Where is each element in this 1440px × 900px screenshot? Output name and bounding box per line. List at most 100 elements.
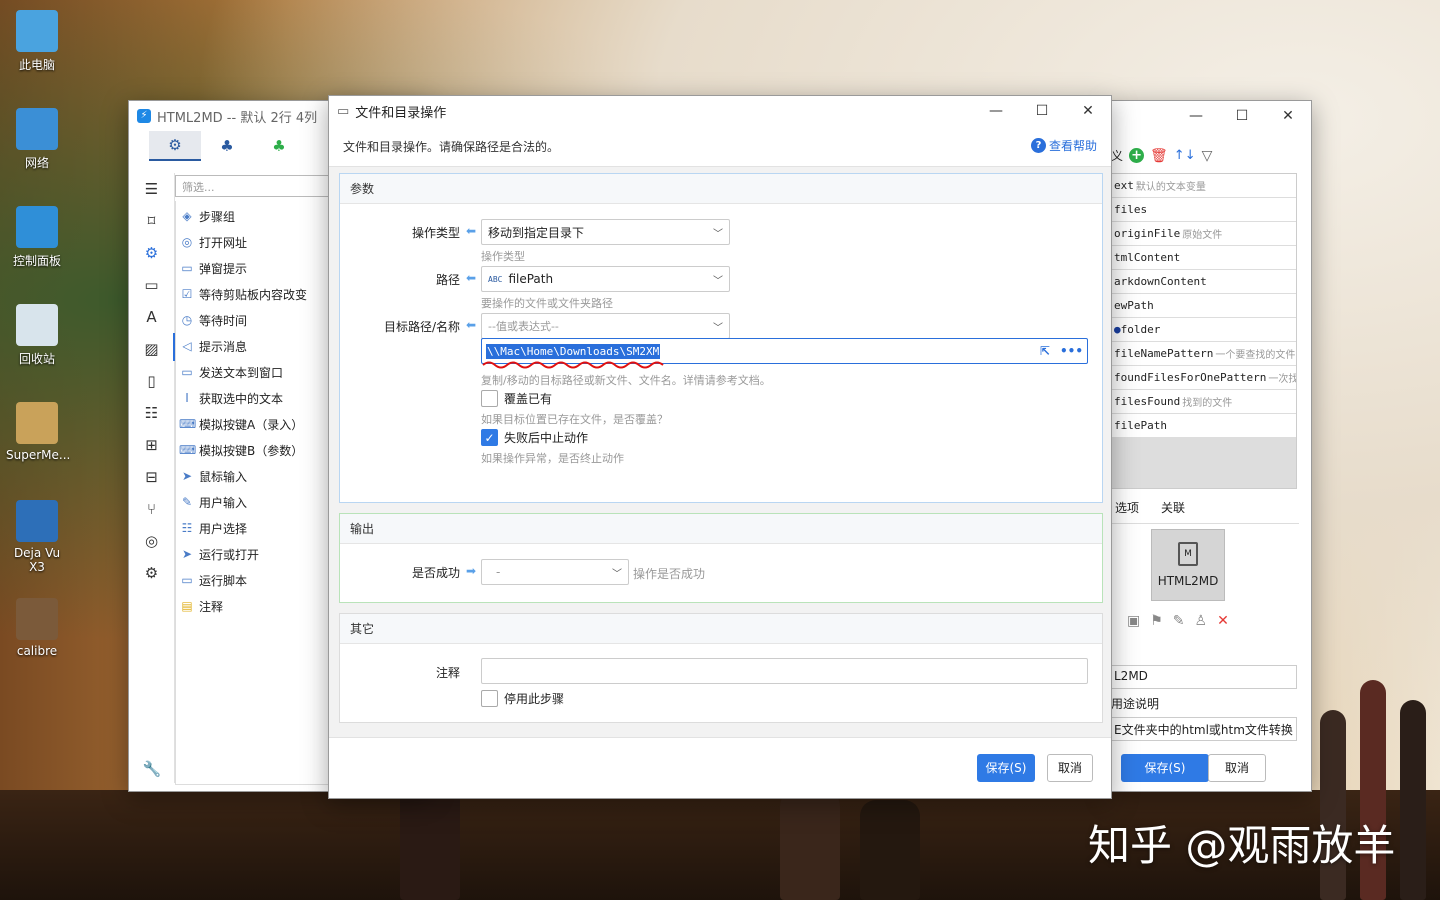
tab-relations[interactable]: 关联: [1161, 499, 1185, 516]
maximize-button[interactable]: ☐: [1219, 108, 1265, 124]
document-icon[interactable]: ☷: [129, 397, 174, 429]
tab-green-cubes-icon[interactable]: ♣: [253, 131, 305, 161]
bookmark-icon[interactable]: ⌑: [129, 205, 174, 237]
sort-icon[interactable]: ↑↓: [1174, 148, 1196, 163]
tab-gears-icon[interactable]: ⚙: [149, 131, 201, 161]
desktop-icon[interactable]: 此电脑: [6, 10, 68, 73]
remove-icon[interactable]: ✕: [1217, 613, 1229, 629]
variable-row[interactable]: ● folder: [1112, 318, 1296, 342]
wrench-icon[interactable]: 🔧: [129, 753, 175, 785]
step-item[interactable]: ◷ 等待时间: [179, 307, 307, 333]
more-icon[interactable]: •••: [1060, 344, 1083, 358]
step-item[interactable]: ➤ 运行或打开: [179, 541, 307, 567]
dialog-description: 文件和目录操作。请确保路径是合法的。: [343, 140, 560, 154]
step-item[interactable]: I 获取选中的文本: [179, 385, 307, 411]
step-label: 等待剪贴板内容改变: [199, 287, 308, 302]
clipboard-icon[interactable]: ▯: [129, 365, 174, 397]
windows-icon[interactable]: ⊞: [129, 429, 174, 461]
desktop-icon[interactable]: 网络: [6, 108, 68, 171]
abort-checkbox[interactable]: ✓ 失败后中止动作: [481, 429, 588, 446]
flag-icon[interactable]: ⚑: [1150, 613, 1163, 629]
filter-icon[interactable]: ▽: [1202, 148, 1213, 164]
window-icon[interactable]: ▭: [129, 269, 174, 301]
globe-icon[interactable]: ◎: [129, 525, 174, 557]
variable-row[interactable]: originFile 原始文件: [1112, 222, 1296, 246]
maximize-button[interactable]: ☐: [1019, 103, 1065, 119]
grid-icon[interactable]: ⊟: [129, 461, 174, 493]
checkbox-box: [481, 690, 498, 707]
variable-row[interactable]: ewPath: [1112, 294, 1296, 318]
menu-icon[interactable]: ☰: [129, 173, 174, 205]
step-item[interactable]: ▭ 发送文本到窗口: [179, 359, 307, 385]
op-type-select[interactable]: 移动到指定目录下 ﹀: [481, 219, 730, 245]
action-name-input[interactable]: L2MD: [1111, 665, 1297, 689]
filter-input[interactable]: 筛选...: [175, 175, 335, 197]
desktop-icon[interactable]: Deja Vu X3: [6, 500, 68, 574]
variable-row[interactable]: tmlContent: [1112, 246, 1296, 270]
step-item[interactable]: ◎ 打开网址: [179, 229, 307, 255]
main-window-title: HTML2MD -- 默认 2行 4列: [157, 110, 318, 126]
right-save-button[interactable]: 保存(S): [1121, 754, 1209, 782]
branch-icon[interactable]: ⑂: [129, 493, 174, 525]
file-dir-dialog: ▭ 文件和目录操作 — ☐ ✕ 文件和目录操作。请确保路径是合法的。 ? 查看帮…: [328, 95, 1112, 799]
network-icon: [16, 108, 58, 150]
step-item[interactable]: ➤ 鼠标输入: [179, 463, 307, 489]
desktop-icon[interactable]: calibre: [6, 598, 68, 658]
right-cancel-button[interactable]: 取消: [1208, 754, 1266, 782]
image-icon[interactable]: ▣: [1127, 613, 1140, 629]
action-thumbnail[interactable]: M HTML2MD: [1151, 529, 1225, 601]
variable-row[interactable]: ext 默认的文本变量: [1112, 174, 1296, 198]
advanced-settings-icon[interactable]: ⚙: [129, 557, 174, 589]
path-select[interactable]: ABC filePath ﹀: [481, 266, 730, 292]
variable-row[interactable]: files: [1112, 198, 1296, 222]
step-item[interactable]: ⌨ 模拟按键B（参数）: [179, 437, 307, 463]
variable-row[interactable]: arkdownContent: [1112, 270, 1296, 294]
success-select[interactable]: - ﹀: [481, 559, 629, 585]
expand-icon[interactable]: ⇱: [1040, 344, 1050, 358]
disable-step-checkbox[interactable]: 停用此步骤: [481, 690, 564, 707]
variable-row[interactable]: filePath: [1112, 414, 1296, 438]
step-label: 运行脚本: [199, 573, 248, 588]
desktop-icon[interactable]: 控制面板: [6, 206, 68, 269]
image-icon[interactable]: ▨: [129, 333, 174, 365]
step-item[interactable]: ▤ 注释: [179, 593, 307, 619]
overwrite-checkbox[interactable]: 覆盖已有: [481, 390, 552, 407]
font-icon[interactable]: A: [129, 301, 174, 333]
minimize-button[interactable]: —: [973, 103, 1019, 119]
step-item[interactable]: ⌨ 模拟按键A（录入）: [179, 411, 307, 437]
shirt-icon[interactable]: ♙: [1195, 613, 1208, 629]
markdown-file-icon: M: [1178, 542, 1198, 566]
note-input[interactable]: [481, 658, 1088, 684]
step-item[interactable]: ☑ 等待剪贴板内容改变: [179, 281, 307, 307]
minimize-button[interactable]: —: [1173, 108, 1219, 124]
step-item[interactable]: ▭ 运行脚本: [179, 567, 307, 593]
settings-icon[interactable]: ⚙: [129, 237, 174, 269]
help-link[interactable]: ? 查看帮助: [1030, 137, 1097, 154]
step-item[interactable]: ✎ 用户输入: [179, 489, 307, 515]
brush-icon[interactable]: ✎: [1173, 613, 1185, 629]
delete-variable-icon[interactable]: 🗑: [1150, 148, 1168, 164]
step-item[interactable]: ▭ 弹窗提示: [179, 255, 307, 281]
variable-row[interactable]: filesFound 找到的文件: [1112, 390, 1296, 414]
arrow-icon: ⬅: [466, 224, 477, 238]
target-select[interactable]: --值或表达式-- ﹀: [481, 313, 730, 339]
folder-var-icon: ●: [1114, 323, 1121, 336]
variable-row[interactable]: fileNamePattern 一个要查找的文件: [1112, 342, 1296, 366]
desktop-icon-label: Deja Vu X3: [13, 546, 61, 574]
purpose-input[interactable]: E文件夹中的html或htm文件转换: [1111, 717, 1297, 741]
close-button[interactable]: ✕: [1265, 108, 1311, 124]
overwrite-hint: 如果目标位置已存在文件，是否覆盖？: [481, 413, 668, 426]
step-item[interactable]: ☷ 用户选择: [179, 515, 307, 541]
cancel-button[interactable]: 取消: [1047, 754, 1093, 782]
desktop-icon[interactable]: 回收站: [6, 304, 68, 367]
step-item[interactable]: ◁ 提示消息: [179, 333, 307, 359]
close-button[interactable]: ✕: [1065, 103, 1111, 119]
recycle-bin-icon: [16, 304, 58, 346]
step-item[interactable]: ◈ 步骤组: [179, 203, 307, 229]
tab-options[interactable]: 选项: [1115, 499, 1139, 516]
tab-cubes-icon[interactable]: ♣: [201, 131, 253, 161]
add-variable-icon[interactable]: +: [1129, 148, 1145, 163]
save-button[interactable]: 保存(S): [977, 754, 1035, 782]
desktop-icon[interactable]: SuperMe...: [6, 402, 70, 462]
variable-row[interactable]: foundFilesForOnePattern 一次找: [1112, 366, 1296, 390]
